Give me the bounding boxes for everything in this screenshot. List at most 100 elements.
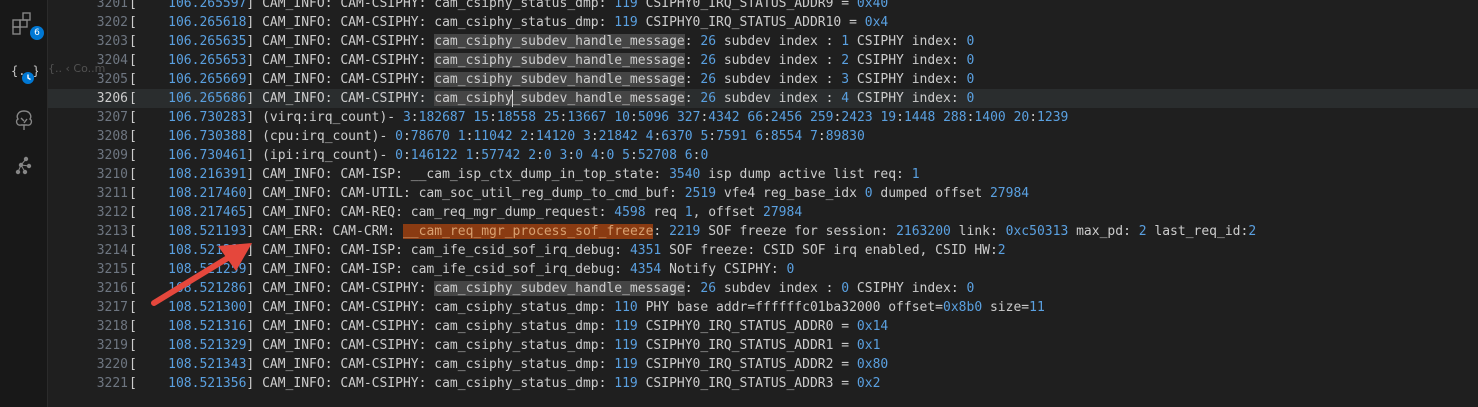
token: [	[129, 91, 169, 106]
token: :	[684, 281, 701, 296]
token: 6	[684, 148, 693, 163]
code-line[interactable]: 3214[ 108.521217] CAM_INFO: CAM-ISP: cam…	[48, 241, 1478, 260]
code-line[interactable]: 3215[ 108.521259] CAM_INFO: CAM-ISP: cam…	[48, 260, 1478, 279]
token: [	[129, 338, 169, 353]
token: [	[129, 281, 169, 296]
token: :	[1029, 110, 1038, 125]
token: SOF freeze: CSID SOF irq enabled, CSID H…	[661, 243, 998, 258]
line-text: [ 106.265597] CAM_INFO: CAM-CSIPHY: cam_…	[129, 0, 888, 13]
token: [	[129, 129, 169, 144]
token: 78670	[410, 129, 450, 144]
token: isp dump active list req:	[700, 167, 912, 182]
token: CSIPHY index:	[849, 281, 967, 296]
line-number: 3210	[96, 167, 128, 182]
token: 66	[747, 110, 764, 125]
token: 259	[810, 110, 834, 125]
token: :	[402, 129, 411, 144]
token: 0x1	[856, 338, 881, 353]
line-number: 3207	[96, 110, 128, 125]
token: 119	[614, 0, 638, 11]
code-line[interactable]: 3206[ 106.265686] CAM_INFO: CAM-CSIPHY: …	[48, 89, 1478, 108]
code-line[interactable]: 3216[ 108.521286] CAM_INFO: CAM-CSIPHY: …	[48, 279, 1478, 298]
token: 1	[457, 129, 466, 144]
timestamp: 108.521286	[168, 281, 247, 296]
token: 288	[943, 110, 967, 125]
token: :	[536, 148, 544, 163]
code-line[interactable]: 3220[ 108.521343] CAM_INFO: CAM-CSIPHY: …	[48, 355, 1478, 374]
log-editor[interactable]: 3201[ 106.265597] CAM_INFO: CAM-CSIPHY: …	[48, 0, 1478, 407]
token: :	[684, 72, 701, 87]
token: [	[129, 15, 169, 30]
line-text: [ 106.265686] CAM_INFO: CAM-CSIPHY: cam_…	[129, 89, 974, 108]
code-line[interactable]: 3202[ 106.265618] CAM_INFO: CAM-CSIPHY: …	[48, 13, 1478, 32]
token: 3540	[669, 167, 701, 182]
token: [	[129, 34, 169, 49]
code-line[interactable]: 3212[ 108.217465] CAM_INFO: CAM-REQ: cam…	[48, 203, 1478, 222]
extensions-badge: 6	[30, 26, 44, 40]
token: 3	[841, 72, 850, 87]
line-number: 3201	[96, 0, 128, 11]
code-line[interactable]: 3204[ 106.265653] CAM_INFO: CAM-CSIPHY: …	[48, 51, 1478, 70]
line-text: [ 108.216391] CAM_INFO: CAM-ISP: __cam_i…	[129, 165, 920, 184]
code-line[interactable]: 3209[ 106.730461] (ipi:irq_count)- 0:146…	[48, 146, 1478, 165]
token: 2	[841, 53, 850, 68]
token: 2456	[770, 110, 803, 125]
token: :	[489, 110, 497, 125]
token: [	[129, 53, 169, 68]
code-line[interactable]: 3219[ 108.521329] CAM_INFO: CAM-CSIPHY: …	[48, 336, 1478, 355]
token: 3	[402, 110, 411, 125]
timestamp: 108.521356	[168, 376, 247, 391]
extensions-icon[interactable]: 6	[8, 8, 44, 40]
code-line[interactable]: 3208[ 106.730388] (cpu:irq_count)- 0:786…	[48, 127, 1478, 146]
token: 1400	[974, 110, 1006, 125]
token: :	[590, 129, 599, 144]
token: 0	[966, 34, 975, 49]
token: 0	[575, 148, 584, 163]
code-line[interactable]: 3201[ 106.265597] CAM_INFO: CAM-CSIPHY: …	[48, 0, 1478, 13]
token: [	[129, 357, 169, 372]
code-line[interactable]: 3217[ 108.521300] CAM_INFO: CAM-CSIPHY: …	[48, 298, 1478, 317]
token: 0	[543, 148, 552, 163]
code-line[interactable]: 3213[ 108.521193] CAM_ERR: CAM-CRM: __ca…	[48, 222, 1478, 241]
token: subdev index :	[716, 281, 842, 296]
token: [	[129, 148, 169, 163]
token: 7	[810, 129, 818, 144]
json-timeline-icon[interactable]: {..}	[8, 58, 40, 90]
token: :	[629, 110, 638, 125]
token: [	[129, 0, 169, 11]
token: [	[129, 300, 169, 315]
token: size=	[982, 300, 1030, 315]
token: 27984	[763, 205, 803, 220]
code-line[interactable]: 3211[ 108.217460] CAM_INFO: CAM-UTIL: ca…	[48, 184, 1478, 203]
line-text: [ 108.521193] CAM_ERR: CAM-CRM: __cam_re…	[129, 222, 1256, 241]
code-line[interactable]: 3210[ 108.216391] CAM_INFO: CAM-ISP: __c…	[48, 165, 1478, 184]
token: 4598	[614, 205, 646, 220]
token: CSIPHY0_IRQ_STATUS_ADDR3 =	[637, 376, 857, 391]
line-text: [ 106.730461] (ipi:irq_count)- 0:146122 …	[129, 146, 708, 165]
search-highlight: cam_csiphy_subdev_handle_message	[434, 53, 685, 68]
line-number: 3208	[96, 129, 128, 144]
line-text: [ 108.217460] CAM_INFO: CAM-UTIL: cam_so…	[129, 184, 1029, 203]
graph-icon[interactable]	[8, 150, 40, 182]
code-line[interactable]: 3205[ 106.265669] CAM_INFO: CAM-CSIPHY: …	[48, 70, 1478, 89]
token: 1	[684, 205, 693, 220]
tree-icon[interactable]	[8, 104, 40, 136]
token: ] CAM_INFO: CAM-CSIPHY:	[246, 53, 435, 68]
code-line[interactable]: 3218[ 108.521316] CAM_INFO: CAM-CSIPHY: …	[48, 317, 1478, 336]
token: 0	[395, 129, 403, 144]
code-line[interactable]: 3203[ 106.265635] CAM_INFO: CAM-CSIPHY: …	[48, 32, 1478, 51]
token: 4	[590, 148, 599, 163]
code-line[interactable]: 3221[ 108.521356] CAM_INFO: CAM-CSIPHY: …	[48, 374, 1478, 393]
token: 1	[911, 167, 920, 182]
token: [	[129, 205, 169, 220]
token: 25	[543, 110, 560, 125]
token: 2163200	[896, 224, 951, 239]
line-number: 3214	[96, 243, 128, 258]
token: :	[763, 110, 771, 125]
code-line[interactable]: 3207[ 106.730283] (virq:irq_count)- 3:18…	[48, 108, 1478, 127]
token: last_req_id:	[1146, 224, 1249, 239]
